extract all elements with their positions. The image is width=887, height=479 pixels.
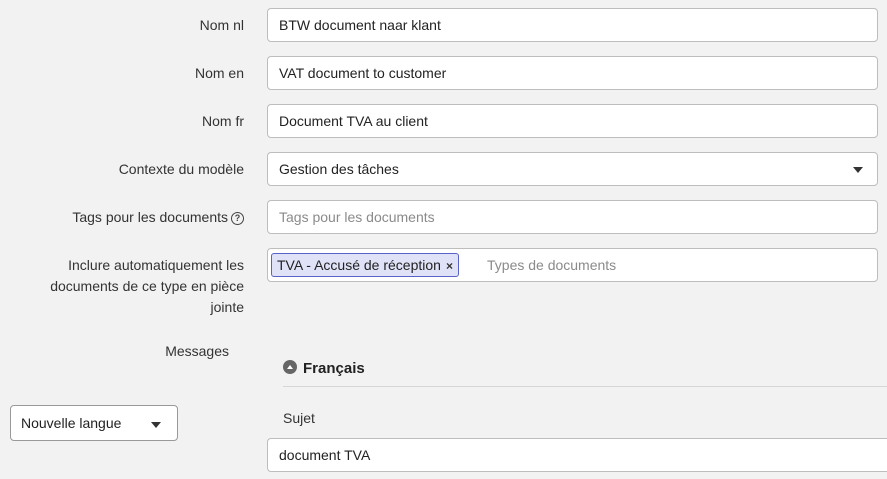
chevron-up-circle-icon: [283, 360, 297, 374]
language-section-title: Français: [303, 360, 365, 377]
tags-label-text: Tags pour les documents: [72, 209, 228, 225]
nom-en-input[interactable]: VAT document to customer: [267, 56, 878, 90]
messages-label: Messages: [165, 343, 229, 359]
nom-fr-label: Nom fr: [202, 113, 244, 129]
nom-en-label: Nom en: [194, 65, 244, 81]
tags-input[interactable]: Tags pour les documents: [267, 200, 878, 234]
nom-nl-label: Nom nl: [199, 17, 244, 33]
close-icon[interactable]: ×: [446, 259, 453, 273]
caret-down-icon: [853, 167, 863, 173]
tags-label: Tags pour les documents?: [72, 207, 244, 228]
inclure-label-line-2: documents de ce type en pièce: [50, 278, 244, 294]
subject-input[interactable]: document TVA: [267, 438, 887, 472]
language-section-toggle[interactable]: Français: [283, 358, 365, 379]
inclure-label-line-1: Inclure automatiquement les: [68, 257, 244, 273]
document-type-tag-label: TVA - Accusé de réception: [277, 257, 441, 273]
inclure-label: Inclure automatiquement les documents de…: [14, 255, 244, 318]
new-language-value: Nouvelle langue: [21, 415, 122, 431]
inclure-label-line-3: jointe: [210, 299, 244, 315]
document-type-tag: TVA - Accusé de réception ×: [271, 253, 459, 277]
contexte-select[interactable]: Gestion des tâches: [267, 152, 878, 186]
new-language-select[interactable]: Nouvelle langue: [10, 405, 178, 441]
tags-placeholder: Tags pour les documents: [279, 209, 435, 225]
nom-fr-input[interactable]: Document TVA au client: [267, 104, 878, 138]
document-types-placeholder: Types de documents: [487, 257, 617, 273]
question-circle-icon[interactable]: ?: [231, 212, 244, 225]
document-types-multiselect[interactable]: TVA - Accusé de réception × Types de docu…: [267, 248, 878, 282]
document-type-form: Nom nl BTW document naar klant Nom en VA…: [0, 0, 887, 479]
nom-nl-input[interactable]: BTW document naar klant: [267, 8, 878, 42]
contexte-label: Contexte du modèle: [118, 161, 244, 177]
caret-down-icon: [151, 422, 161, 428]
contexte-value: Gestion des tâches: [279, 161, 399, 177]
subject-label: Sujet: [283, 410, 315, 426]
section-divider: [283, 386, 887, 387]
